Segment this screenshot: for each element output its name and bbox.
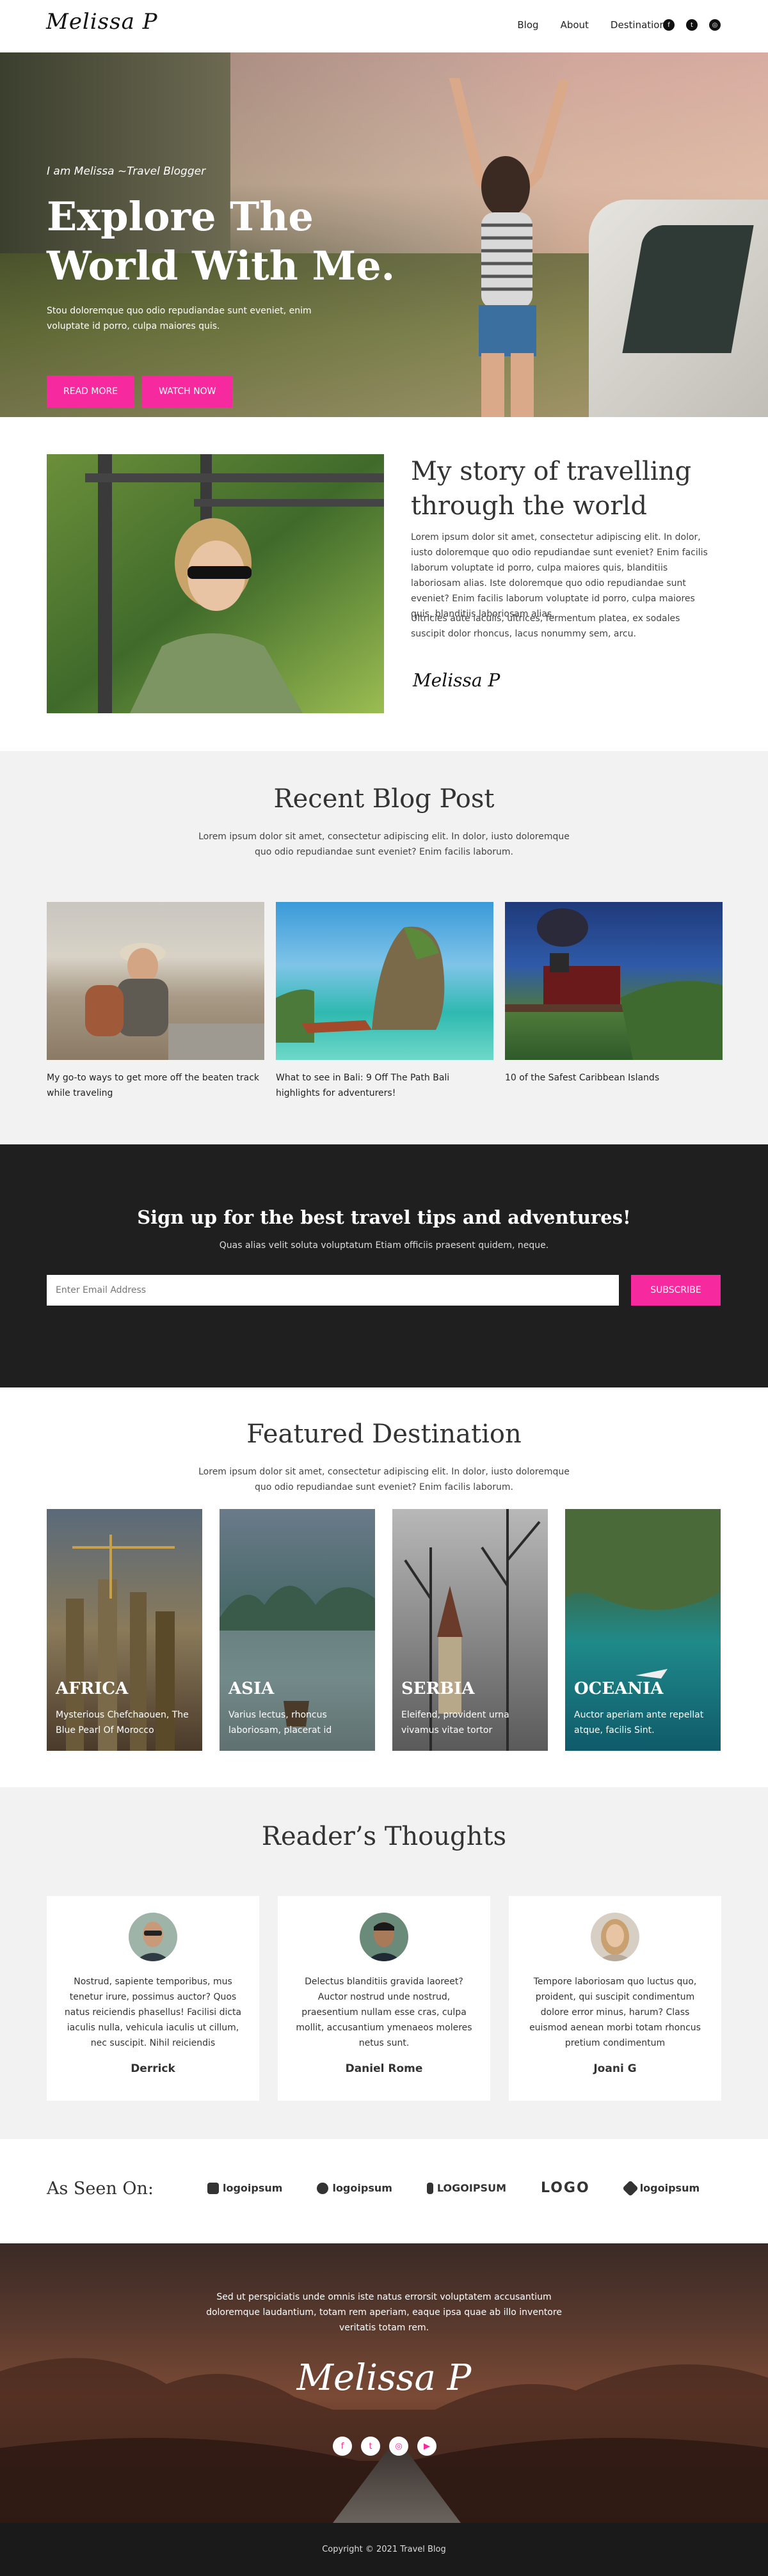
post-caption[interactable]: My go-to ways to get more off the beaten…: [47, 1070, 264, 1101]
destination-description: Varius lectus, rhoncus laboriosam, place…: [228, 1710, 332, 1735]
avatar: [360, 1913, 408, 1961]
post-image[interactable]: [276, 902, 493, 1060]
hero-tagline: I am Melissa ~Travel Blogger: [47, 165, 206, 178]
footer-signature: Melissa P: [296, 2357, 472, 2399]
story-signature: Melissa P: [413, 670, 500, 691]
footer-text: Sed ut perspiciatis unde omnis iste natu…: [206, 2292, 562, 2333]
destination-list: AFRICA Mysterious Chefchaouen, The Blue …: [47, 1509, 721, 1751]
newsletter-subtitle: Quas alias velit soluta voluptatum Etiam…: [219, 1240, 549, 1251]
newsletter-section: Sign up for the best travel tips and adv…: [0, 1144, 768, 1387]
avatar: [129, 1913, 177, 1961]
destination-description: Mysterious Chefchaouen, The Blue Pearl O…: [56, 1710, 189, 1735]
read-more-button[interactable]: READ MORE: [47, 375, 135, 407]
destination-description: Eleifend, provident urna vivamus vitae t…: [401, 1710, 509, 1735]
partner-logo: logoipsum: [621, 2179, 700, 2197]
destination-name: ASIA: [228, 1679, 275, 1698]
post-card[interactable]: 10 of the Safest Caribbean Islands: [505, 902, 723, 1101]
recent-posts-section: Recent Blog Post Lorem ipsum dolor sit a…: [0, 751, 768, 1144]
testimonial-quote: Nostrud, sapiente temporibus, mus tenetu…: [64, 1977, 242, 2048]
hero-title-line2: World With Me.: [47, 242, 396, 289]
footer-section: Sed ut perspiciatis unde omnis iste natu…: [0, 2243, 768, 2523]
testimonial-card: Tempore laboriosam quo luctus quo, proid…: [509, 1896, 721, 2101]
nav-item-destination[interactable]: Destination: [611, 19, 666, 31]
newsletter-title: Sign up for the best travel tips and adv…: [137, 1206, 631, 1228]
logo-mark-icon: [207, 2182, 219, 2194]
testimonials-section: Reader’s Thoughts Nostrud, sapiente temp…: [0, 1787, 768, 2139]
twitter-icon[interactable]: t: [361, 2437, 380, 2456]
destination-card[interactable]: OCEANIA Auctor aperiam ante repellat atq…: [565, 1509, 721, 1751]
logo-mark-icon: [426, 2182, 433, 2194]
testimonial-quote: Delectus blanditiis gravida laoreet? Auc…: [296, 1977, 472, 2048]
testimonial-quote: Tempore laboriosam quo luctus quo, proid…: [529, 1977, 701, 2048]
featured-title: Featured Destination: [246, 1419, 522, 1449]
post-image[interactable]: [505, 902, 723, 1060]
destination-name: OCEANIA: [574, 1679, 664, 1698]
story-paragraph-2: Ultricies aute iaculis, ultrices, fermen…: [411, 613, 680, 639]
story-photo: [47, 454, 384, 713]
destination-name: AFRICA: [56, 1679, 129, 1698]
testimonial-name: Derrick: [131, 2062, 175, 2075]
story-photo-art: [47, 454, 384, 713]
hero-section: I am Melissa ~Travel Blogger Explore The…: [0, 52, 768, 417]
story-paragraph-1: Lorem ipsum dolor sit amet, consectetur …: [411, 532, 708, 619]
facebook-icon[interactable]: f: [663, 19, 675, 31]
testimonial-name: Joani G: [593, 2062, 637, 2075]
hero-title-line1: Explore The: [47, 193, 314, 240]
recent-subtitle: Lorem ipsum dolor sit amet, consectetur …: [198, 832, 570, 857]
featured-section: Featured Destination Lorem ipsum dolor s…: [0, 1387, 768, 1787]
copyright-text: Copyright © 2021 Travel Blog: [322, 2545, 446, 2554]
instagram-icon[interactable]: ◎: [709, 19, 721, 31]
story-section: My story of travelling through the world…: [0, 417, 768, 751]
partner-logo: logoipsum: [317, 2180, 392, 2196]
hero-buttons: READ MORE WATCH NOW: [47, 375, 233, 407]
email-input[interactable]: [47, 1275, 619, 1306]
featured-subtitle: Lorem ipsum dolor sit amet, consectetur …: [198, 1467, 570, 1492]
partner-logo: LOGOIPSUM: [426, 2180, 506, 2196]
as-seen-on-label: As Seen On:: [47, 2179, 154, 2199]
post-card[interactable]: What to see in Bali: 9 Off The Path Bali…: [276, 902, 493, 1101]
youtube-icon[interactable]: ▶: [417, 2437, 436, 2456]
testimonial-card: Delectus blanditiis gravida laoreet? Auc…: [278, 1896, 490, 2101]
destination-card[interactable]: ASIA Varius lectus, rhoncus laboriosam, …: [220, 1509, 375, 1751]
watch-now-button[interactable]: WATCH NOW: [142, 375, 233, 407]
site-header: Melissa P Blog About Destination f t ◎: [0, 0, 768, 52]
partner-logo: LOGO: [540, 2180, 590, 2196]
post-caption[interactable]: 10 of the Safest Caribbean Islands: [505, 1070, 723, 1086]
destination-card[interactable]: SERBIA Eleifend, provident urna vivamus …: [392, 1509, 548, 1751]
hero-title: Explore The World With Me.: [47, 192, 395, 290]
testimonial-name: Daniel Rome: [345, 2062, 423, 2075]
nav-item-blog[interactable]: Blog: [517, 19, 538, 31]
site-logo[interactable]: Melissa P: [46, 9, 158, 35]
recent-title: Recent Blog Post: [273, 784, 495, 814]
partner-logo: logoipsum: [207, 2180, 282, 2196]
destination-description: Auctor aperiam ante repellat atque, faci…: [574, 1710, 704, 1735]
post-caption[interactable]: What to see in Bali: 9 Off The Path Bali…: [276, 1070, 493, 1101]
hero-text: Stou doloremque quo odio repudiandae sun…: [47, 306, 312, 331]
testimonial-card: Nostrud, sapiente temporibus, mus tenetu…: [47, 1896, 259, 2101]
readers-title: Reader’s Thoughts: [261, 1822, 507, 1851]
logo-mark-icon: [621, 2179, 639, 2197]
footer-social: f t ◎ ▶: [333, 2437, 436, 2456]
story-title: My story of travelling through the world: [411, 457, 692, 521]
partner-logos: logoipsum logoipsum LOGOIPSUM LOGO logoi…: [207, 2179, 700, 2197]
copyright-bar: Copyright © 2021 Travel Blog: [0, 2523, 768, 2576]
post-card[interactable]: My go-to ways to get more off the beaten…: [47, 902, 264, 1101]
destination-card[interactable]: AFRICA Mysterious Chefchaouen, The Blue …: [47, 1509, 202, 1751]
logo-mark-icon: [317, 2182, 329, 2194]
header-social: f t ◎: [663, 19, 721, 31]
hero-car-image: [589, 200, 768, 417]
testimonial-list: Nostrud, sapiente temporibus, mus tenetu…: [47, 1896, 721, 2101]
as-seen-on-section: As Seen On: logoipsum logoipsum LOGOIPSU…: [0, 2139, 768, 2243]
hero-woman-image: [449, 78, 568, 417]
post-list: My go-to ways to get more off the beaten…: [47, 902, 723, 1101]
subscribe-button[interactable]: SUBSCRIBE: [631, 1275, 721, 1306]
destination-name: SERBIA: [401, 1679, 475, 1698]
nav-item-about[interactable]: About: [561, 19, 589, 31]
main-nav: Blog About Destination: [517, 19, 666, 31]
post-image[interactable]: [47, 902, 264, 1060]
instagram-icon[interactable]: ◎: [389, 2437, 408, 2456]
avatar: [591, 1913, 639, 1961]
twitter-icon[interactable]: t: [686, 19, 698, 31]
facebook-icon[interactable]: f: [333, 2437, 352, 2456]
